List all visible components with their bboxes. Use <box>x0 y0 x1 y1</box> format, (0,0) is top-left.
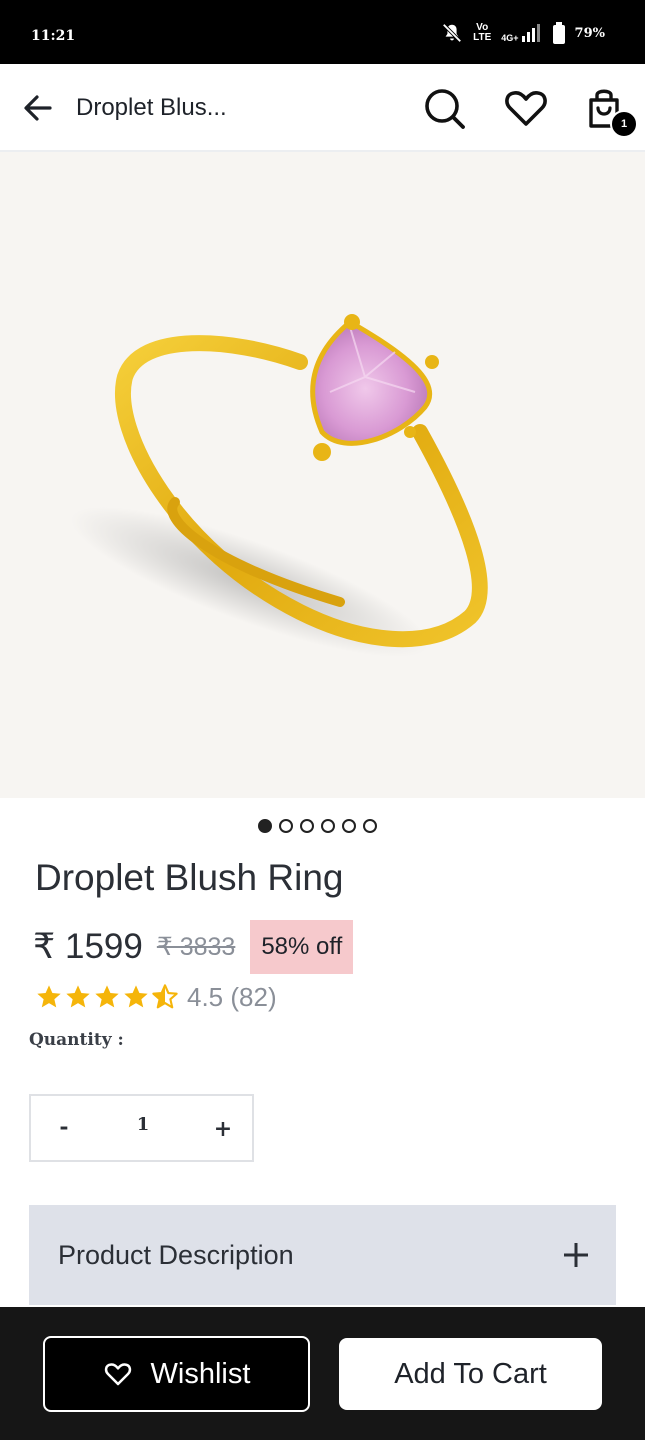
search-icon <box>425 89 465 129</box>
status-icons: Vo LTE 4G+ 79% <box>441 22 605 44</box>
signal-label: 4G+ <box>501 33 519 43</box>
expand-plus-icon <box>564 1243 588 1267</box>
app-header: Droplet Blus... <box>0 64 645 152</box>
product-description-accordion[interactable]: Product Description <box>29 1205 616 1305</box>
battery-percent: 79% <box>574 25 605 41</box>
quantity-stepper: - 1 + <box>29 1094 254 1162</box>
rating-row: 4.5 (82) <box>35 980 277 1014</box>
star-icon <box>124 985 148 1008</box>
half-star-icon <box>152 984 178 1009</box>
volte-indicator: Vo LTE <box>473 23 491 43</box>
rating-stars <box>35 983 179 1011</box>
product-name: Droplet Blush Ring <box>35 857 344 898</box>
page-title: Droplet Blus... <box>76 94 227 121</box>
rating-text: 4.5 (82) <box>187 981 277 1012</box>
quantity-value: 1 <box>136 1114 150 1135</box>
product-description-title: Product Description <box>58 1240 294 1270</box>
quantity-decrease-button[interactable]: - <box>53 1114 75 1144</box>
wishlist-button[interactable]: Wishlist <box>43 1336 310 1412</box>
discount-badge: 58% off <box>250 920 354 974</box>
star-icon <box>37 985 61 1008</box>
quantity-label: Quantity : <box>29 1030 124 1050</box>
back-button[interactable] <box>20 90 56 126</box>
cart-count-badge: 1 <box>610 110 638 138</box>
wishlist-header-button[interactable] <box>502 84 550 132</box>
star-icon <box>95 985 119 1008</box>
price-row: ₹ 1599 ₹ 3833 58% off <box>33 920 354 974</box>
signal-icon: 4G+ <box>501 23 542 43</box>
carousel-dot[interactable] <box>342 819 356 833</box>
bottom-action-bar: Wishlist Add To Cart <box>0 1307 645 1440</box>
star-icon <box>66 985 90 1008</box>
wishlist-label: Wishlist <box>150 1357 251 1390</box>
mute-bell-icon <box>442 23 462 43</box>
ring-image <box>70 314 488 658</box>
volte-bottom: LTE <box>473 32 492 43</box>
carousel-dot[interactable] <box>321 819 335 833</box>
search-button[interactable] <box>420 84 468 132</box>
add-to-cart-button[interactable]: Add To Cart <box>339 1338 602 1410</box>
heart-outline-icon <box>104 1363 131 1386</box>
quantity-increase-button[interactable]: + <box>211 1116 235 1146</box>
carousel-dots <box>258 819 377 833</box>
carousel-dot[interactable] <box>300 819 314 833</box>
product-image[interactable] <box>0 152 645 798</box>
back-arrow-icon <box>24 95 52 121</box>
carousel-dot[interactable] <box>258 819 272 833</box>
heart-icon <box>505 91 547 126</box>
battery-icon <box>552 22 565 44</box>
status-bar: 11:21 Vo LTE 4G+ 79% <box>0 0 645 64</box>
add-to-cart-label: Add To Cart <box>394 1357 547 1390</box>
status-time: 11:21 <box>31 28 76 44</box>
carousel-dot[interactable] <box>279 819 293 833</box>
product-price: ₹ 1599 <box>33 927 143 966</box>
carousel-dot[interactable] <box>363 819 377 833</box>
product-mrp: ₹ 3833 <box>156 933 236 961</box>
